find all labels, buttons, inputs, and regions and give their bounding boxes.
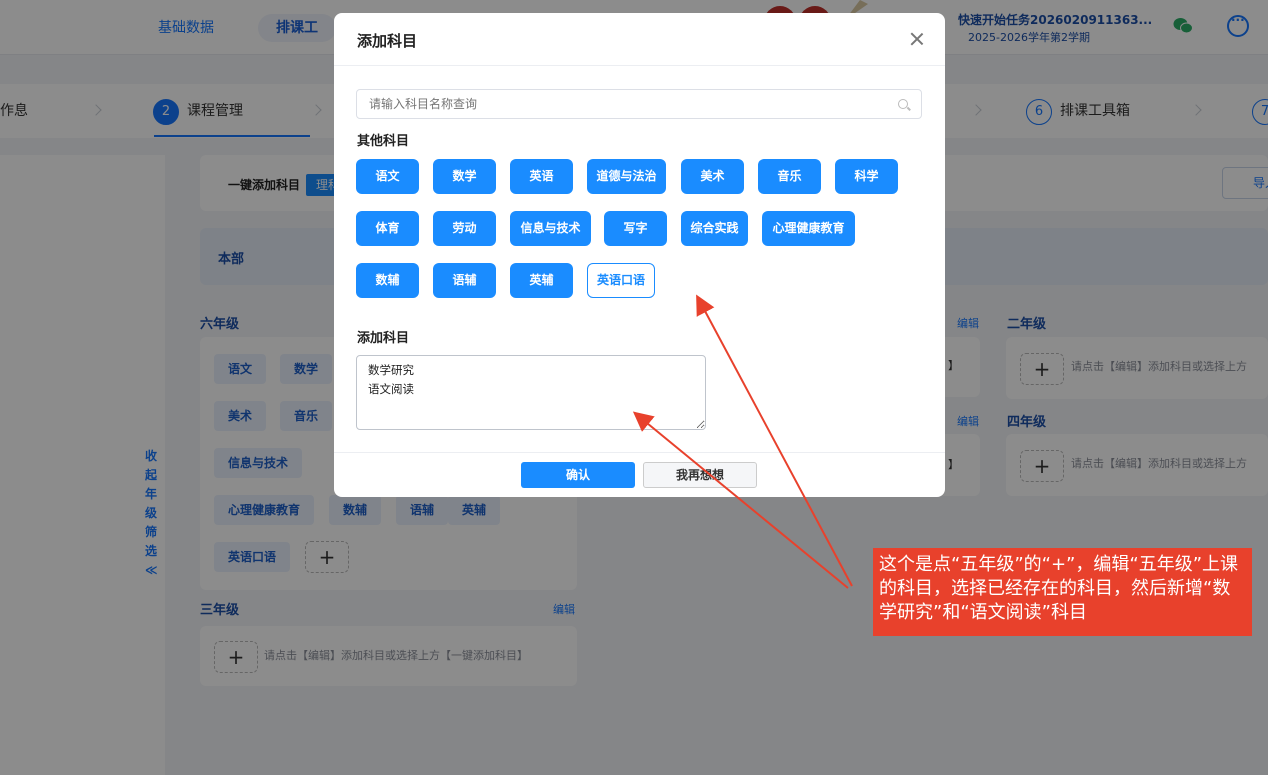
subject-chip[interactable]: 劳动 — [433, 211, 496, 246]
subject-search-input[interactable] — [356, 89, 922, 119]
subject-chip[interactable]: 美术 — [681, 159, 744, 194]
subject-chip[interactable]: 英语 — [510, 159, 573, 194]
add-subject-modal: 添加科目 其他科目 语文 数学 英语 道德与法治 美术 音乐 科学 体育 劳动 … — [334, 13, 945, 497]
subject-chip[interactable]: 语辅 — [433, 263, 496, 298]
subject-chip-selected[interactable]: 英语口语 — [587, 263, 655, 298]
subject-chip[interactable]: 数辅 — [356, 263, 419, 298]
subject-chip[interactable]: 数学 — [433, 159, 496, 194]
subject-chip[interactable]: 心理健康教育 — [762, 211, 855, 246]
subject-chip[interactable]: 综合实践 — [681, 211, 748, 246]
subject-chip[interactable]: 语文 — [356, 159, 419, 194]
close-icon[interactable] — [909, 31, 925, 47]
subject-chip[interactable]: 音乐 — [758, 159, 821, 194]
subject-chip[interactable]: 体育 — [356, 211, 419, 246]
subject-chip[interactable]: 科学 — [835, 159, 898, 194]
annotation-callout: 这个是点“五年级”的“+”，编辑“五年级”上课的科目，选择已经存在的科目，然后新… — [873, 548, 1252, 636]
divider — [334, 65, 945, 66]
divider — [334, 452, 945, 453]
subject-chip[interactable]: 信息与技术 — [510, 211, 591, 246]
subject-chip[interactable]: 写字 — [604, 211, 667, 246]
add-subject-label: 添加科目 — [357, 331, 410, 346]
confirm-button[interactable]: 确认 — [521, 462, 635, 488]
subject-chip[interactable]: 道德与法治 — [587, 159, 666, 194]
subject-chip[interactable]: 英辅 — [510, 263, 573, 298]
modal-title: 添加科目 — [357, 32, 418, 50]
search-icon[interactable] — [898, 99, 908, 109]
new-subjects-textarea[interactable] — [356, 355, 706, 430]
cancel-button[interactable]: 我再想想 — [643, 462, 757, 488]
other-subjects-label: 其他科目 — [357, 134, 410, 149]
